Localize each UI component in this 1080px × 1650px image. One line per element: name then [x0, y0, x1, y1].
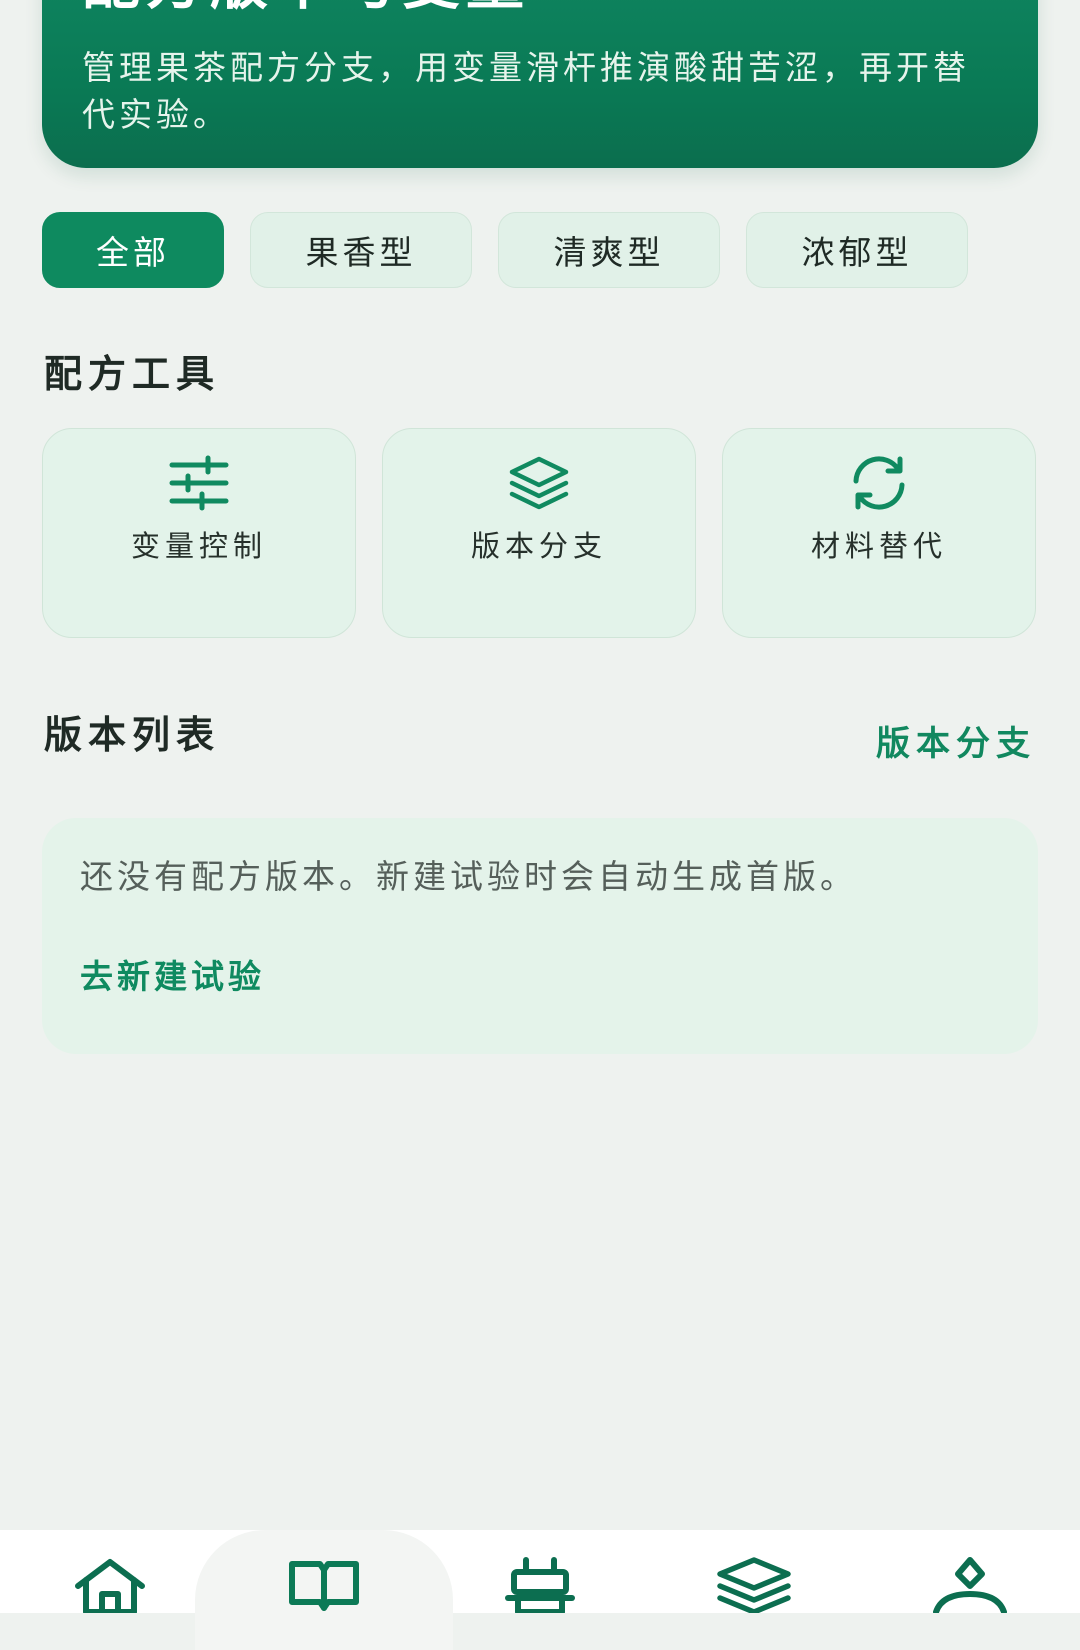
book-icon[interactable]	[284, 1556, 364, 1613]
tool-card-variable-control[interactable]: 变量控制	[42, 428, 356, 638]
page-description: 管理果茶配方分支，用变量滑杆推演酸甜苦涩，再开替代实验。	[82, 48, 970, 134]
versions-section-title: 版本列表	[44, 713, 221, 757]
filter-chip-rich[interactable]: 浓郁型	[746, 212, 968, 288]
refresh-icon	[853, 456, 905, 510]
tools-section-title: 配方工具	[44, 352, 221, 396]
profile-icon[interactable]	[930, 1556, 1010, 1613]
tool-label: 变量控制	[130, 529, 267, 563]
layers-icon[interactable]	[714, 1556, 794, 1613]
home-icon[interactable]	[70, 1556, 150, 1613]
filter-chip-fruity[interactable]: 果香型	[250, 212, 472, 288]
empty-state-text: 还没有配方版本。新建试验时会自动生成首版。	[80, 857, 857, 896]
header-banner: 配方版本与变量 管理果茶配方分支，用变量滑杆推演酸甜苦涩，再开替代实验。	[42, 0, 1038, 168]
empty-state-card: 还没有配方版本。新建试验时会自动生成首版。 去新建试验	[42, 818, 1038, 1054]
tool-card-version-branch[interactable]: 版本分支	[382, 428, 696, 638]
filter-chips: 全部 果香型 清爽型 浓郁型	[42, 212, 968, 288]
lab-icon[interactable]	[500, 1556, 580, 1613]
tools-grid: 变量控制 版本分支 材料替代	[42, 428, 1036, 638]
filter-chip-all[interactable]: 全部	[42, 212, 224, 288]
create-experiment-link[interactable]: 去新建试验	[80, 950, 265, 998]
page-title: 配方版本与变量	[82, 0, 530, 12]
filter-chip-fresh[interactable]: 清爽型	[498, 212, 720, 288]
sliders-icon	[169, 455, 229, 511]
tool-label: 材料替代	[810, 529, 947, 563]
layers-icon	[509, 456, 569, 510]
version-branch-link[interactable]: 版本分支	[876, 716, 1036, 765]
tool-label: 版本分支	[470, 529, 607, 563]
tool-card-material-substitute[interactable]: 材料替代	[722, 428, 1036, 638]
